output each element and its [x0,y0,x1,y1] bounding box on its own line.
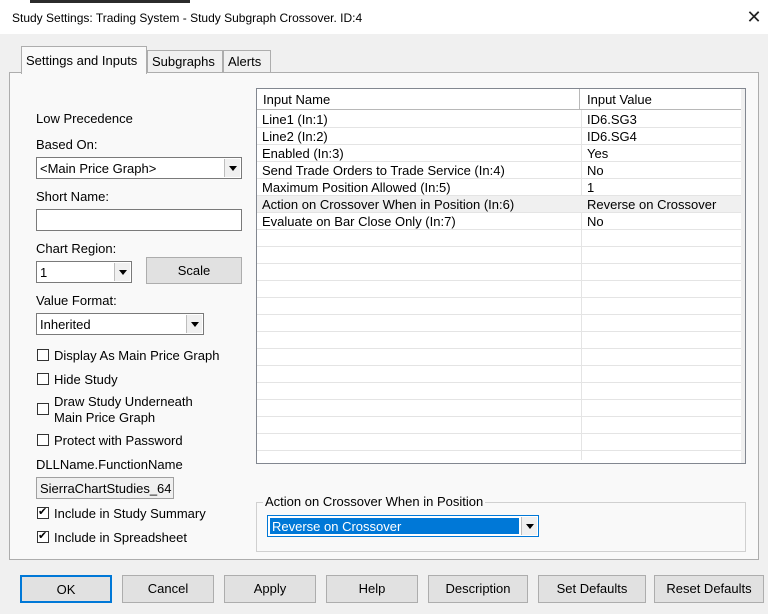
include-in-spreadsheet-checkbox[interactable] [37,529,49,543]
value-format-value: Inherited [40,317,91,332]
help-button[interactable]: Help [326,575,418,603]
empty-row [257,315,741,332]
empty-row [257,281,741,298]
table-row-selected[interactable]: Action on Crossover When in Position (In… [257,196,741,213]
empty-row [257,264,741,281]
apply-button[interactable]: Apply [224,575,316,603]
empty-row [257,230,741,247]
tab-subgraphs[interactable]: Subgraphs [147,50,223,72]
chart-region-select[interactable]: 1 [36,261,132,283]
value-editor-group-title: Action on Crossover When in Position [263,494,486,509]
draw-underneath-label-line1: Draw Study Underneath [54,394,193,409]
vertical-scrollbar[interactable] [741,89,745,463]
empty-row [257,247,741,264]
chevron-down-icon[interactable] [186,315,202,333]
dll-name-field: SierraChartStudies_64 [36,477,174,499]
chevron-down-icon[interactable] [224,159,240,177]
window-title: Study Settings: Trading System - Study S… [12,11,363,25]
chevron-down-icon[interactable] [114,263,130,281]
empty-row [257,349,741,366]
include-in-spreadsheet-label: Include in Spreadsheet [54,530,187,545]
description-button[interactable]: Description [428,575,528,603]
column-header-input-name[interactable]: Input Name [263,92,330,107]
empty-row [257,400,741,417]
table-row[interactable]: Enabled (In:3) Yes [257,145,741,162]
action-on-crossover-select[interactable]: Reverse on Crossover [267,515,539,537]
precedence-label: Low Precedence [36,111,133,126]
background-window-strip [30,0,190,3]
draw-underneath-checkbox[interactable] [37,403,49,415]
cancel-button[interactable]: Cancel [122,575,214,603]
table-row[interactable]: Line2 (In:2) ID6.SG4 [257,128,741,145]
based-on-value: <Main Price Graph> [40,161,157,176]
value-format-select[interactable]: Inherited [36,313,204,335]
based-on-label: Based On: [36,137,98,152]
empty-row [257,383,741,400]
chart-region-value: 1 [40,265,48,280]
chart-region-label: Chart Region: [36,241,117,256]
display-as-main-price-graph-label: Display As Main Price Graph [54,348,220,363]
empty-row [257,434,741,451]
empty-row [257,332,741,349]
tab-settings-and-inputs[interactable]: Settings and Inputs [21,46,147,74]
ok-button[interactable]: OK [20,575,112,603]
value-format-label: Value Format: [36,293,117,308]
set-defaults-button[interactable]: Set Defaults [538,575,646,603]
tab-alerts[interactable]: Alerts [223,50,271,72]
short-name-input[interactable] [36,209,242,231]
short-name-label: Short Name: [36,189,109,204]
table-row[interactable]: Maximum Position Allowed (In:5) 1 [257,179,741,196]
action-on-crossover-value: Reverse on Crossover [272,519,402,534]
protect-with-password-checkbox[interactable] [37,434,49,446]
empty-row [257,417,741,434]
reset-defaults-button[interactable]: Reset Defaults [654,575,764,603]
inputs-table[interactable]: Input Name Input Value Line1 (In:1) ID6.… [256,88,746,464]
chevron-down-icon[interactable] [521,517,537,535]
protect-with-password-label: Protect with Password [54,433,183,448]
hide-study-checkbox[interactable] [37,373,49,385]
include-in-study-summary-checkbox[interactable] [37,505,49,519]
table-row[interactable]: Line1 (In:1) ID6.SG3 [257,111,741,128]
draw-underneath-label-line2: Main Price Graph [54,410,156,425]
include-in-study-summary-label: Include in Study Summary [54,506,206,521]
scale-button[interactable]: Scale [146,257,242,284]
title-bar: Study Settings: Trading System - Study S… [0,0,768,34]
table-row[interactable]: Evaluate on Bar Close Only (In:7) No [257,213,741,230]
empty-row [257,298,741,315]
display-as-main-price-graph-checkbox[interactable] [37,349,49,361]
close-button[interactable]: ✕ [740,4,768,30]
table-row[interactable]: Send Trade Orders to Trade Service (In:4… [257,162,741,179]
inputs-table-header: Input Name Input Value [257,89,741,110]
dll-name-label: DLLName.FunctionName [36,457,183,472]
empty-row [257,366,741,383]
based-on-select[interactable]: <Main Price Graph> [36,157,242,179]
column-header-input-value[interactable]: Input Value [587,92,652,107]
hide-study-label: Hide Study [54,372,118,387]
